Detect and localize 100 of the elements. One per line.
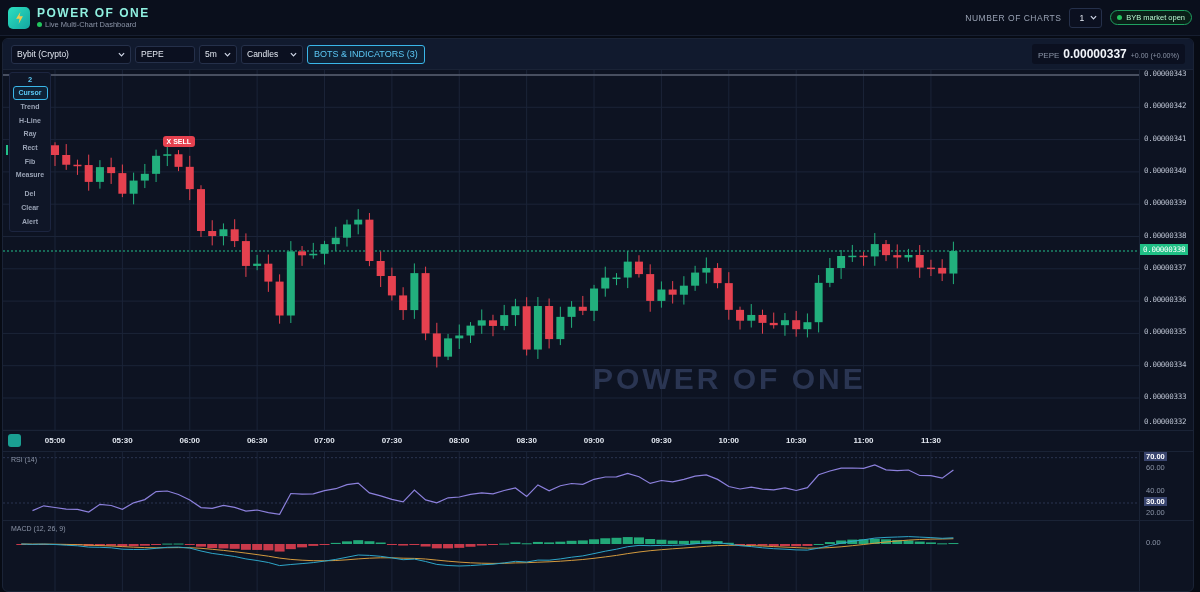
candle — [185, 155, 194, 201]
candle — [803, 312, 812, 338]
candle — [51, 141, 59, 167]
candle — [354, 208, 363, 235]
time-tick-label: 08:00 — [448, 436, 471, 445]
candle — [769, 312, 778, 330]
quote-price: 0.00000337 — [1063, 47, 1127, 61]
candle — [511, 298, 520, 327]
candle — [298, 245, 307, 267]
symbol-field[interactable]: PEPE — [135, 45, 195, 63]
chart-type-select[interactable]: Candles — [241, 44, 303, 64]
caret-icon — [1090, 15, 1098, 20]
candle — [623, 250, 632, 289]
candle — [219, 222, 228, 246]
candle — [208, 219, 217, 246]
time-tick-label: 08:30 — [515, 436, 538, 445]
candle — [500, 304, 509, 331]
candle — [264, 254, 273, 293]
app-title: POWER OF ONE — [37, 6, 150, 20]
time-tick-label: 09:00 — [582, 436, 606, 445]
candle — [129, 172, 138, 205]
candle — [702, 257, 711, 285]
candle — [837, 249, 846, 280]
candle — [780, 312, 789, 337]
candle — [253, 254, 262, 271]
time-tick-label: 05:30 — [111, 436, 134, 445]
candle — [343, 219, 351, 248]
candle — [477, 309, 486, 335]
candle — [399, 286, 408, 321]
candle — [118, 164, 127, 198]
indicators-button[interactable]: BOTS & INDICATORS (3) — [307, 44, 425, 64]
candle — [882, 239, 890, 262]
candle — [107, 157, 116, 185]
candle — [949, 241, 958, 285]
candle — [724, 271, 733, 321]
candle — [174, 149, 183, 172]
candle — [747, 303, 756, 328]
exchange-select[interactable]: Bybit (Crypto) — [11, 44, 131, 64]
horizontal-line-drawing[interactable] — [3, 74, 1139, 76]
candle — [466, 321, 475, 344]
candle — [95, 159, 104, 190]
candle — [522, 296, 531, 356]
candle — [679, 275, 688, 306]
caret-icon — [224, 51, 231, 57]
candle — [904, 248, 913, 263]
candle — [736, 306, 745, 330]
chart-count-select[interactable]: 1 — [1069, 7, 1103, 28]
candle — [241, 232, 250, 278]
caret-icon — [290, 51, 297, 57]
candle — [376, 250, 385, 288]
quote-symbol: PEPE — [1038, 51, 1060, 60]
candle — [309, 242, 318, 260]
candle — [230, 218, 239, 248]
candle — [848, 244, 857, 263]
candle — [432, 322, 441, 368]
candle — [62, 143, 71, 171]
candle — [926, 259, 935, 277]
candle — [365, 212, 374, 267]
candle — [578, 295, 587, 316]
interval-select[interactable]: 5m — [199, 44, 237, 64]
candle — [533, 296, 542, 360]
candle — [545, 298, 554, 349]
time-tick-label: 11:00 — [852, 436, 875, 445]
candle — [691, 265, 700, 292]
candle — [84, 154, 93, 192]
candle — [859, 251, 868, 267]
candle — [634, 254, 643, 279]
time-tick-label: 07:00 — [313, 436, 336, 445]
candle — [488, 314, 497, 337]
candle — [387, 267, 396, 302]
candle — [140, 163, 149, 189]
caret-icon — [118, 51, 125, 57]
time-tick-label: 09:30 — [650, 436, 673, 445]
candle — [320, 240, 329, 266]
chart-count-label: NUMBER OF CHARTS — [965, 12, 1062, 23]
candle — [825, 257, 834, 288]
candle — [758, 309, 767, 335]
time-tick-label: 06:30 — [245, 436, 269, 445]
candle — [657, 280, 666, 309]
candle — [567, 300, 576, 329]
time-tick-label: 11:30 — [919, 436, 942, 445]
candle — [152, 149, 161, 183]
candle — [792, 310, 801, 338]
time-tick-label: 10:30 — [784, 436, 808, 445]
candle — [455, 324, 464, 350]
time-tick-label: 05:00 — [43, 436, 67, 445]
candle — [331, 226, 340, 252]
candle — [590, 284, 599, 322]
candle — [870, 232, 879, 267]
candle — [601, 266, 610, 298]
candle — [410, 262, 419, 320]
time-tick-label: 07:30 — [380, 436, 404, 445]
candle — [646, 263, 655, 313]
candle — [814, 274, 823, 333]
candle — [73, 159, 82, 176]
candle — [612, 272, 621, 286]
candle — [893, 243, 902, 269]
candle — [197, 184, 205, 238]
settings-square-button[interactable] — [8, 434, 21, 447]
candle — [556, 306, 565, 346]
